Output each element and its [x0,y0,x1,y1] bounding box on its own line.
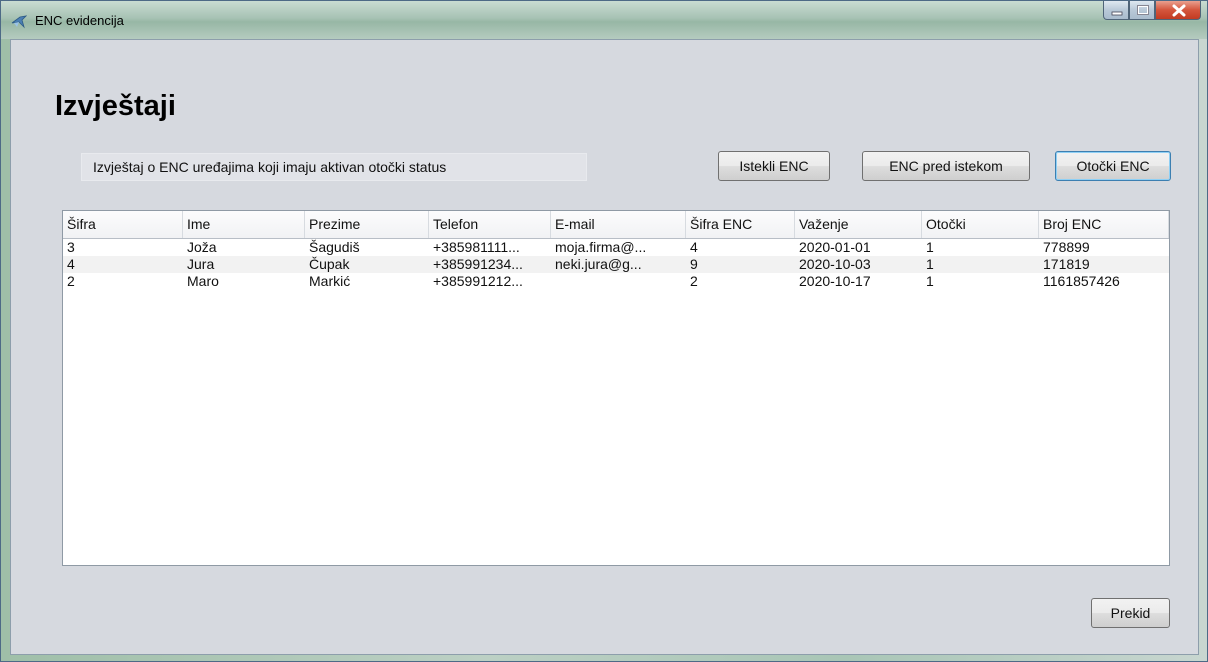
table-cell: 4 [67,256,75,272]
column-header-telefon[interactable]: Telefon [429,211,551,238]
table-row[interactable]: 4 Jura Čupak +385991234... neki.jura@g..… [63,256,1169,273]
column-header-sifra-enc[interactable]: Šifra ENC [686,211,795,238]
window-controls [1103,1,1201,23]
table-cell: Joža [187,239,217,255]
close-icon [1172,4,1186,17]
expired-enc-button[interactable]: Istekli ENC [718,151,830,181]
table-cell: 4 [690,239,698,255]
table-cell: 1 [926,239,934,255]
table-cell: Čupak [309,256,350,272]
table-cell: 1 [926,273,934,289]
table-cell: +385981111... [433,239,520,255]
maximize-button[interactable] [1129,1,1155,20]
table-cell: +385991234... [433,256,523,272]
table-header: Šifra Ime Prezime Telefon E-mail Šifra E… [63,211,1169,239]
table-body: 3 Joža Šagudiš +385981111... moja.firma@… [63,239,1169,290]
column-header-email[interactable]: E-mail [551,211,686,238]
minimize-icon [1111,11,1123,16]
table-cell [551,273,686,290]
table-cell: 171819 [1043,256,1090,272]
column-header-broj-enc[interactable]: Broj ENC [1039,211,1169,238]
table-cell: Jura [187,256,215,272]
table-cell: 2 [690,273,698,289]
table-row[interactable]: 3 Joža Šagudiš +385981111... moja.firma@… [63,239,1169,256]
table-cell: 2020-10-03 [799,256,871,272]
column-header-sifra[interactable]: Šifra [63,211,183,238]
column-header-vazenje[interactable]: Važenje [795,211,922,238]
maximize-icon [1137,5,1149,15]
title-bar[interactable]: ENC evidencija [1,1,1207,39]
close-button[interactable] [1155,1,1201,20]
table-cell: 778899 [1043,239,1090,255]
report-description: Izvještaj o ENC uređajima koji imaju akt… [81,153,587,181]
window-title: ENC evidencija [35,13,124,28]
table-row[interactable]: 2 Maro Markić +385991212... 2 2020-10-17… [63,273,1169,290]
table-cell: moja.firma@... [555,239,647,255]
table-cell: +385991212... [433,273,523,289]
page-title: Izvještaji [55,90,176,122]
column-header-ime[interactable]: Ime [183,211,305,238]
app-icon [11,14,28,30]
table-cell: 3 [67,239,75,255]
table-cell: 2020-10-17 [799,273,871,289]
table-cell: Šagudiš [309,239,360,255]
column-header-prezime[interactable]: Prezime [305,211,429,238]
table-cell: 2020-01-01 [799,239,871,255]
table-cell: 9 [690,256,698,272]
table-cell: 1 [926,256,934,272]
table-cell: Maro [187,273,219,289]
table-cell: Markić [309,273,351,289]
minimize-button[interactable] [1103,1,1129,20]
island-enc-button[interactable]: Otočki ENC [1055,151,1171,181]
expiring-enc-button[interactable]: ENC pred istekom [862,151,1030,181]
column-header-otocki[interactable]: Otočki [922,211,1039,238]
table-cell: 2 [67,273,75,289]
cancel-button[interactable]: Prekid [1091,598,1170,628]
content-area: Izvještaji Izvještaj o ENC uređajima koj… [10,39,1199,655]
table-cell: neki.jura@g... [555,256,642,272]
report-table[interactable]: Šifra Ime Prezime Telefon E-mail Šifra E… [62,210,1170,566]
table-cell: 1161857426 [1043,273,1120,289]
app-window: ENC evidencija Izvještaji Izvještaj o EN… [0,0,1208,662]
